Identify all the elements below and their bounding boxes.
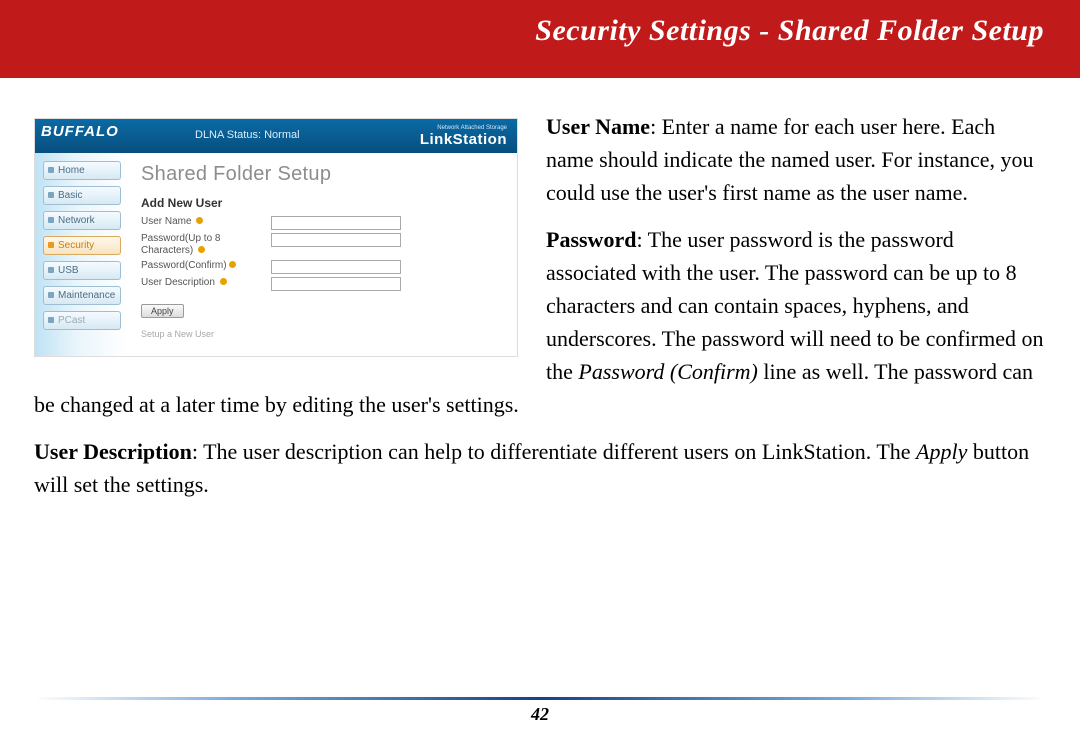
required-dot-icon bbox=[196, 217, 203, 224]
lead-username: User Name bbox=[546, 114, 650, 139]
lead-description: User Description bbox=[34, 439, 192, 464]
form-row-username: User Name bbox=[141, 216, 505, 230]
footer-rule bbox=[34, 697, 1046, 700]
page-footer: 42 bbox=[34, 697, 1046, 725]
input-username[interactable] bbox=[271, 216, 401, 230]
dlna-status: DLNA Status: Normal bbox=[195, 129, 300, 141]
embedded-screenshot: BUFFALO DLNA Status: Normal Network Atta… bbox=[34, 118, 518, 357]
page-header: Security Settings - Shared Folder Setup bbox=[0, 0, 1080, 78]
sidebar: Home Basic Network Security USB Maintena… bbox=[35, 153, 127, 356]
form-row-password-confirm: Password(Confirm) bbox=[141, 260, 505, 274]
sidebar-item-basic[interactable]: Basic bbox=[43, 186, 121, 205]
sidebar-item-network[interactable]: Network bbox=[43, 211, 121, 230]
main-panel: Shared Folder Setup Add New User User Na… bbox=[127, 153, 517, 356]
product-label: Network Attached Storage LinkStation bbox=[420, 125, 507, 148]
panel-title: Shared Folder Setup bbox=[141, 163, 505, 186]
brand-logo: BUFFALO bbox=[41, 123, 119, 140]
label-password-confirm: Password(Confirm) bbox=[141, 260, 271, 272]
label-description: User Description bbox=[141, 277, 271, 289]
apply-button[interactable]: Apply bbox=[141, 304, 184, 318]
sidebar-item-home[interactable]: Home bbox=[43, 161, 121, 180]
label-username: User Name bbox=[141, 216, 271, 228]
input-password[interactable] bbox=[271, 233, 401, 247]
sidebar-item-pcast[interactable]: PCast bbox=[43, 311, 121, 330]
lead-password: Password bbox=[546, 227, 636, 252]
sidebar-item-maintenance[interactable]: Maintenance bbox=[43, 286, 121, 305]
input-password-confirm[interactable] bbox=[271, 260, 401, 274]
panel-subtitle: Add New User bbox=[141, 196, 505, 210]
required-dot-icon bbox=[229, 261, 236, 268]
required-dot-icon bbox=[220, 278, 227, 285]
page-title: Security Settings - Shared Folder Setup bbox=[535, 14, 1044, 48]
sidebar-item-usb[interactable]: USB bbox=[43, 261, 121, 280]
page-number: 42 bbox=[34, 704, 1046, 725]
input-description[interactable] bbox=[271, 277, 401, 291]
required-dot-icon bbox=[198, 246, 205, 253]
paragraph-description: User Description: The user description c… bbox=[34, 435, 1046, 501]
form-row-description: User Description bbox=[141, 277, 505, 291]
sidebar-item-security[interactable]: Security bbox=[43, 236, 121, 255]
product-name: LinkStation bbox=[420, 131, 507, 148]
app-header: BUFFALO DLNA Status: Normal Network Atta… bbox=[35, 119, 517, 153]
label-password: Password(Up to 8 Characters) bbox=[141, 233, 271, 257]
setup-new-user-link[interactable]: Setup a New User bbox=[141, 329, 505, 339]
form-row-password: Password(Up to 8 Characters) bbox=[141, 233, 505, 257]
